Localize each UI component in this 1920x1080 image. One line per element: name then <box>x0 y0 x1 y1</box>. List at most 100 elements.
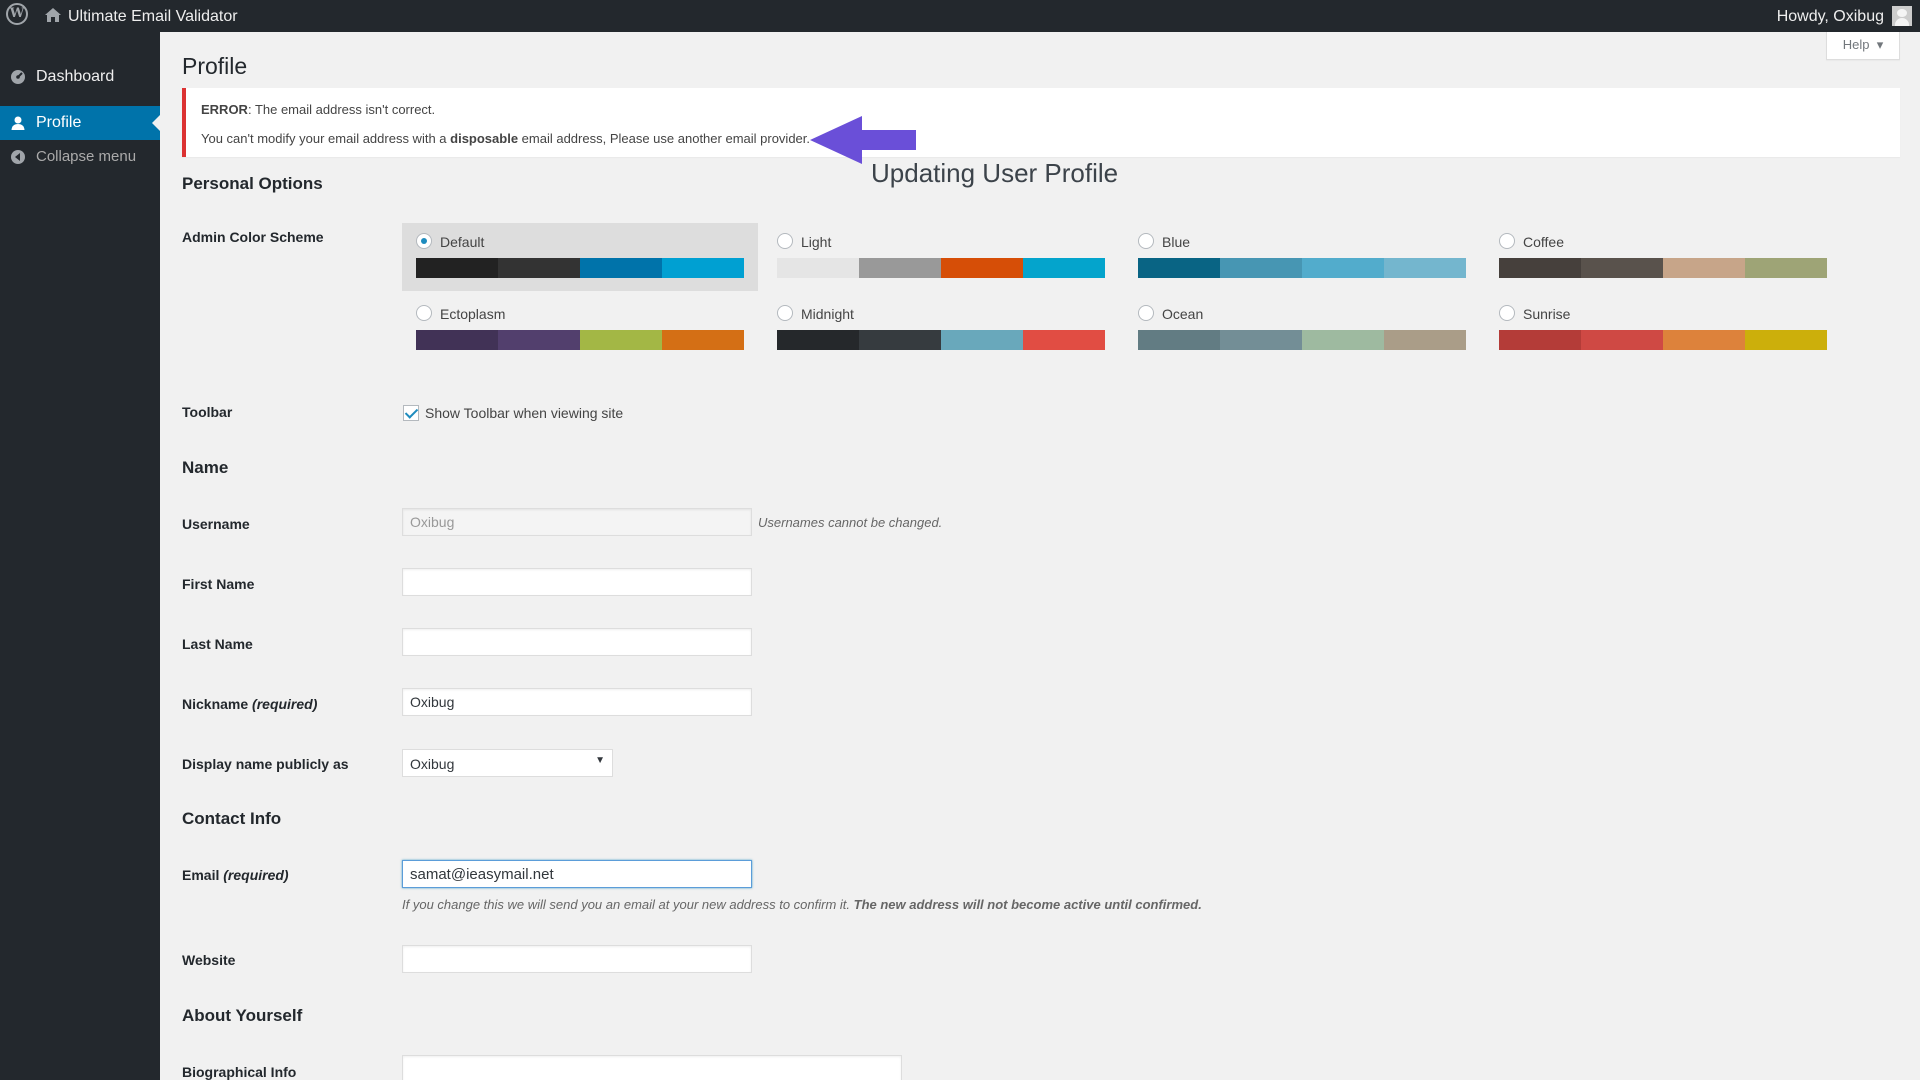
swatch <box>1023 258 1105 278</box>
first-name-label: First Name <box>182 576 255 592</box>
scheme-name: Coffee <box>1523 234 1564 250</box>
swatch <box>941 258 1023 278</box>
scheme-palette <box>416 258 744 278</box>
swatch <box>1499 330 1581 350</box>
sidebar-item-label: Collapse menu <box>36 148 137 165</box>
swatch <box>662 258 744 278</box>
last-name-label: Last Name <box>182 636 253 652</box>
sidebar-item-profile[interactable]: Profile <box>0 106 160 140</box>
page-title: Profile <box>182 53 248 79</box>
scheme-palette <box>1138 330 1466 350</box>
scheme-palette <box>1499 330 1827 350</box>
display-name-label: Display name publicly as <box>182 756 349 772</box>
scheme-palette <box>416 330 744 350</box>
color-scheme-sunrise[interactable]: Sunrise <box>1485 295 1841 363</box>
error-detail-text: email address, Please use another email … <box>518 131 810 146</box>
sidebar-item-dashboard[interactable]: Dashboard <box>0 60 160 94</box>
swatch <box>1138 330 1220 350</box>
color-scheme-default[interactable]: Default <box>402 223 758 291</box>
help-tab-button[interactable]: Help ▾ <box>1826 32 1900 60</box>
username-input <box>402 508 752 536</box>
first-name-input[interactable] <box>402 568 752 596</box>
personal-options-heading: Personal Options <box>182 174 323 193</box>
scheme-name: Default <box>440 234 485 250</box>
swatch <box>1581 330 1663 350</box>
color-scheme-ocean[interactable]: Ocean <box>1124 295 1480 363</box>
nickname-input[interactable] <box>402 688 752 716</box>
swatch <box>1384 330 1466 350</box>
scheme-radio[interactable] <box>1138 233 1154 249</box>
scheme-name: Midnight <box>801 306 854 322</box>
swatch <box>1745 258 1827 278</box>
scheme-radio[interactable] <box>777 233 793 249</box>
swatch <box>1220 258 1302 278</box>
biographical-info-label: Biographical Info <box>182 1064 297 1080</box>
scheme-radio[interactable] <box>416 305 432 321</box>
toolbar-label: Toolbar <box>182 404 233 420</box>
scheme-radio[interactable] <box>416 233 432 249</box>
swatch <box>1384 258 1466 278</box>
show-toolbar-checkbox[interactable] <box>403 405 419 421</box>
user-icon <box>11 116 25 130</box>
scheme-name: Ectoplasm <box>440 306 506 322</box>
email-input[interactable] <box>402 860 752 888</box>
wordpress-logo-icon[interactable]: W <box>6 3 28 25</box>
biographical-info-textarea[interactable] <box>402 1055 902 1080</box>
scheme-palette <box>1499 258 1827 278</box>
site-name-link[interactable]: Ultimate Email Validator <box>68 8 238 26</box>
swatch <box>1499 258 1581 278</box>
swatch <box>1220 330 1302 350</box>
howdy-user-link[interactable]: Howdy, Oxibug <box>1777 8 1884 26</box>
scheme-name: Light <box>801 234 832 250</box>
error-detail: You can't modify your email address with… <box>201 131 810 146</box>
sidebar-item-collapse[interactable]: Collapse menu <box>0 140 160 174</box>
swatch <box>941 330 1023 350</box>
show-toolbar-label[interactable]: Show Toolbar when viewing site <box>425 405 623 421</box>
email-label: Email (required) <box>182 867 289 883</box>
help-label: Help <box>1842 37 1870 52</box>
last-name-input[interactable] <box>402 628 752 656</box>
scheme-radio[interactable] <box>777 305 793 321</box>
swatch <box>1663 330 1745 350</box>
error-detail-text: You can't modify your email address with… <box>201 131 451 146</box>
display-name-selected: Oxibug <box>410 756 455 772</box>
scheme-radio[interactable] <box>1499 233 1515 249</box>
dashboard-icon <box>11 70 25 84</box>
swatch <box>777 330 859 350</box>
scheme-radio[interactable] <box>1138 305 1154 321</box>
swatch <box>1302 258 1384 278</box>
color-scheme-ectoplasm[interactable]: Ectoplasm <box>402 295 758 363</box>
name-heading: Name <box>182 458 229 477</box>
avatar[interactable] <box>1892 6 1912 26</box>
swatch <box>777 258 859 278</box>
username-label: Username <box>182 516 250 532</box>
website-input[interactable] <box>402 945 752 973</box>
scheme-palette <box>777 330 1105 350</box>
display-name-select[interactable]: Oxibug ▼ <box>402 749 613 777</box>
error-notice: ERROR: The email address isn't correct. … <box>182 88 1900 157</box>
scheme-name: Blue <box>1162 234 1191 250</box>
color-scheme-blue[interactable]: Blue <box>1124 223 1480 291</box>
scheme-palette <box>777 258 1105 278</box>
home-icon[interactable] <box>44 6 62 24</box>
color-scheme-light[interactable]: Light <box>763 223 1119 291</box>
scheme-radio[interactable] <box>1499 305 1515 321</box>
scheme-palette <box>1138 258 1466 278</box>
about-yourself-heading: About Yourself <box>182 1006 303 1025</box>
swatch <box>1138 258 1220 278</box>
color-scheme-coffee[interactable]: Coffee <box>1485 223 1841 291</box>
error-prefix: ERROR <box>201 102 248 117</box>
swatch <box>662 330 744 350</box>
swatch <box>416 258 498 278</box>
color-scheme-label: Admin Color Scheme <box>182 229 324 245</box>
chevron-down-icon: ▼ <box>595 755 605 766</box>
nickname-label-text: Nickname <box>182 696 249 712</box>
sidebar-item-label: Dashboard <box>36 68 115 85</box>
sidebar-item-label: Profile <box>36 114 82 131</box>
website-label: Website <box>182 952 236 968</box>
error-detail-bold: disposable <box>450 131 519 146</box>
color-scheme-midnight[interactable]: Midnight <box>763 295 1119 363</box>
swatch <box>1581 258 1663 278</box>
error-line: ERROR: The email address isn't correct. <box>201 102 435 117</box>
scheme-name: Sunrise <box>1523 306 1571 322</box>
